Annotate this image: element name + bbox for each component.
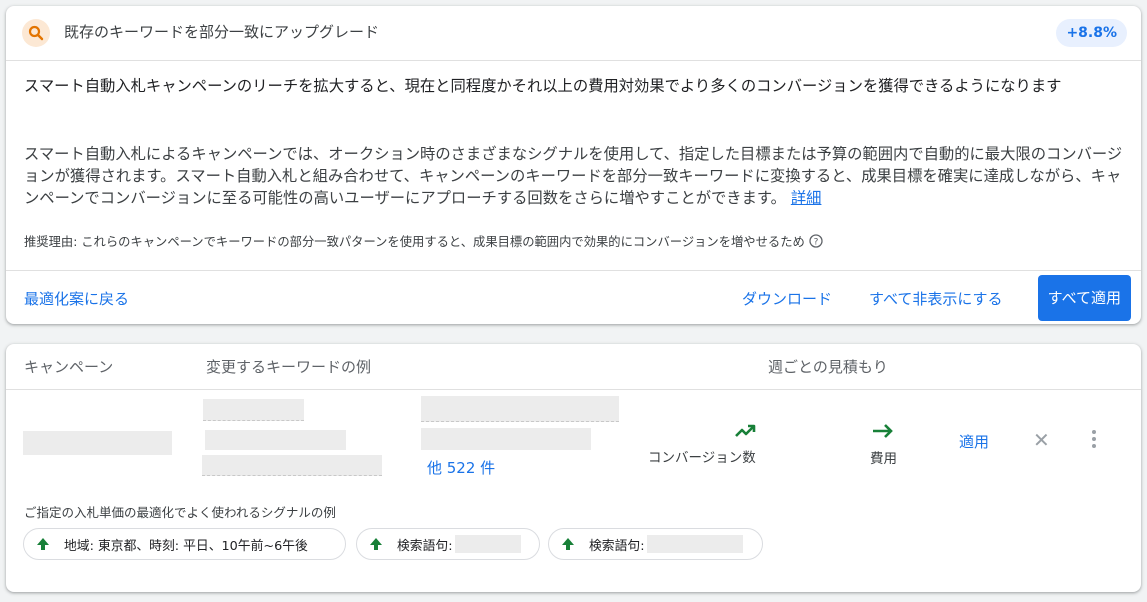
- download-button[interactable]: ダウンロード: [742, 288, 832, 309]
- keyword-redacted: [202, 455, 382, 476]
- search-term-redacted: [454, 535, 521, 553]
- keyword-redacted: [421, 428, 591, 450]
- apply-all-button[interactable]: すべて適用: [1037, 275, 1131, 321]
- campaign-name-redacted: [23, 431, 172, 455]
- column-header-keywords: 変更するキーワードの例: [206, 358, 372, 376]
- more-options-icon[interactable]: [1089, 430, 1099, 450]
- hide-all-button[interactable]: すべて非表示にする: [869, 288, 1003, 309]
- signal-chip-search-term[interactable]: 検索語句:: [356, 528, 540, 560]
- svg-text:?: ?: [813, 238, 818, 248]
- apply-button[interactable]: 適用: [959, 431, 989, 452]
- keyword-redacted: [421, 396, 619, 422]
- keyword-redacted: [203, 399, 304, 421]
- card-title: 既存のキーワードを部分一致にアップグレード: [64, 23, 380, 41]
- divider: [6, 270, 1141, 271]
- back-to-recommendations-link[interactable]: 最適化案に戻る: [24, 288, 129, 309]
- signal-chip-location[interactable]: 地域: 東京都、時刻: 平日、10午前~6午後: [23, 528, 346, 560]
- arrow-up-icon: [369, 537, 383, 551]
- arrow-up-icon: [561, 537, 575, 551]
- chip-label: 検索語句:: [589, 538, 645, 554]
- description-text: スマート自動入札によるキャンペーンでは、オークション時のさまざまなシグナルを使用…: [24, 143, 1124, 209]
- reason-text: 推奨理由: これらのキャンペーンでキーワードの部分一致パターンを使用すると、成果…: [24, 232, 823, 250]
- arrow-right-icon: [873, 424, 893, 438]
- help-icon[interactable]: ?: [809, 234, 823, 248]
- chip-label: 地域: 東京都、時刻: 平日、10午前~6午後: [64, 538, 308, 554]
- cost-label: 費用: [870, 451, 897, 467]
- divider: [6, 389, 1141, 390]
- more-keywords-link[interactable]: 他 522 件: [427, 457, 495, 478]
- recommendation-card: 既存のキーワードを部分一致にアップグレード +8.8% スマート自動入札キャンペ…: [6, 6, 1141, 324]
- column-header-weekly-estimate: 週ごとの見積もり: [768, 358, 888, 376]
- column-header-campaign: キャンペーン: [24, 358, 114, 376]
- trending-up-icon: [735, 424, 756, 437]
- arrow-up-icon: [36, 537, 50, 551]
- signals-title: ご指定の入札単価の最適化でよく使われるシグナルの例: [24, 505, 336, 520]
- card-header: 既存のキーワードを部分一致にアップグレード +8.8%: [6, 6, 1141, 61]
- search-term-redacted: [646, 535, 743, 553]
- search-icon: [22, 19, 50, 47]
- uplift-badge: +8.8%: [1056, 19, 1127, 47]
- headline-text: スマート自動入札キャンペーンのリーチを拡大すると、現在と同程度かそれ以上の費用対…: [24, 77, 1062, 95]
- description-body: スマート自動入札によるキャンペーンでは、オークション時のさまざまなシグナルを使用…: [24, 145, 1123, 207]
- conversions-label: コンバージョン数: [648, 450, 756, 466]
- keyword-redacted: [205, 430, 346, 450]
- dismiss-icon[interactable]: ✕: [1033, 428, 1050, 452]
- reason-label: 推奨理由: これらのキャンペーンでキーワードの部分一致パターンを使用すると、成果…: [24, 235, 805, 249]
- campaign-table-card: キャンペーン 変更するキーワードの例 週ごとの見積もり 他 522 件 コンバー…: [6, 344, 1141, 592]
- chip-label: 検索語句:: [397, 538, 453, 554]
- signal-chip-search-term[interactable]: 検索語句:: [548, 528, 763, 560]
- details-link[interactable]: 詳細: [791, 189, 822, 207]
